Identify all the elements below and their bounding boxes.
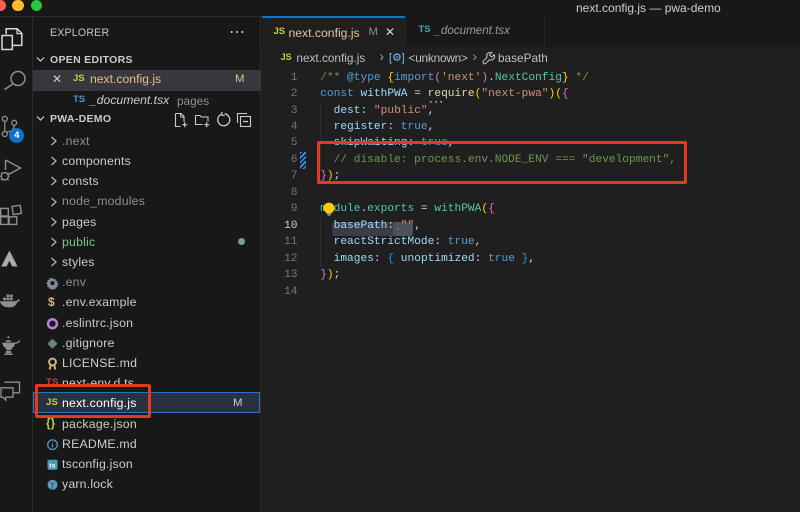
svg-text:ts: ts [49,462,55,469]
